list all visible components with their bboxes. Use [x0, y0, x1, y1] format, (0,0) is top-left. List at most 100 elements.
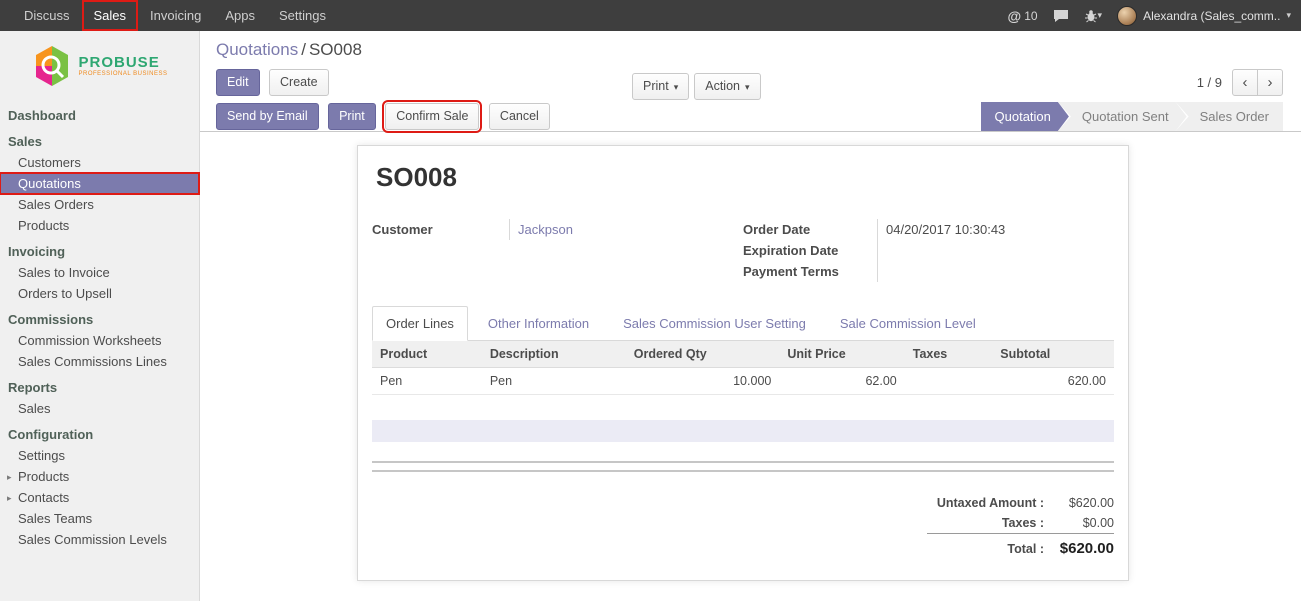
sidebar-item-dashboard[interactable]: Dashboard [0, 100, 199, 126]
topbar-right: @ 10 ▾ Alexandra (Sales_comm.. ▾ [1008, 0, 1291, 31]
sidebar-item-sales-commissions-lines[interactable]: Sales Commissions Lines [0, 351, 199, 372]
sidebar-section-reports: Reports [0, 372, 199, 398]
cell-product[interactable]: Pen [372, 368, 482, 395]
col-subtotal[interactable]: Subtotal [992, 341, 1114, 368]
send-by-email-button[interactable]: Send by Email [216, 103, 319, 130]
debug-icon[interactable]: ▾ [1084, 9, 1103, 23]
logo-subtitle: PROFESSIONAL BUSINESS [79, 71, 168, 77]
control-panel-row2: Send by Email Print Confirm Sale Cancel … [200, 101, 1301, 132]
control-panel-center: Print ▾ Action ▾ [632, 69, 766, 100]
tab-other-information[interactable]: Other Information [474, 306, 603, 341]
totals-block: Untaxed Amount : $620.00 Taxes : $0.00 T… [372, 493, 1114, 560]
sidebar-item-commission-worksheets[interactable]: Commission Worksheets [0, 330, 199, 351]
state-quotation[interactable]: Quotation [981, 102, 1069, 131]
activity-menu[interactable]: @ 10 [1008, 8, 1038, 24]
action-dropdown-button[interactable]: Action ▾ [694, 73, 760, 100]
total-value: $620.00 [1044, 534, 1114, 561]
state-quotation-sent[interactable]: Quotation Sent [1058, 102, 1187, 131]
menu-invoicing[interactable]: Invoicing [138, 0, 213, 31]
col-description[interactable]: Description [482, 341, 626, 368]
sidebar-item-sales-orders[interactable]: Sales Orders [0, 194, 199, 215]
control-panel-row1: Edit Create Print ▾ Action ▾ 1 / 9 ‹ › [200, 65, 1301, 101]
sidebar-item-config-products[interactable]: ▸ Products [0, 466, 199, 487]
menu-settings[interactable]: Settings [267, 0, 338, 31]
print-button[interactable]: Print [328, 103, 376, 130]
menu-discuss[interactable]: Discuss [12, 0, 82, 31]
caret-down-icon: ▾ [674, 82, 679, 92]
sidebar-section-configuration: Configuration [0, 419, 199, 445]
customer-value-link[interactable]: Jackpson [509, 219, 743, 240]
total-row: Total : $620.00 [927, 534, 1114, 561]
print-dropdown-button[interactable]: Print ▾ [632, 73, 689, 100]
create-button[interactable]: Create [269, 69, 329, 96]
notebook-tabs: Order Lines Other Information Sales Comm… [372, 306, 1114, 341]
probuse-logo-icon [32, 44, 72, 88]
cell-subtotal: 620.00 [992, 368, 1114, 395]
logo-title: PROBUSE [79, 55, 168, 71]
cancel-button[interactable]: Cancel [489, 103, 550, 130]
menu-sales[interactable]: Sales [82, 0, 139, 31]
expand-arrow-icon: ▸ [7, 492, 12, 505]
sidebar-item-config-settings[interactable]: Settings [0, 445, 199, 466]
pager: 1 / 9 ‹ › [1197, 69, 1283, 96]
sidebar-nav: Dashboard Sales Customers Quotations Sal… [0, 100, 199, 550]
confirm-sale-button[interactable]: Confirm Sale [385, 103, 479, 130]
sidebar-item-sales-teams[interactable]: Sales Teams [0, 508, 199, 529]
cell-taxes [905, 368, 993, 395]
state-sales-order[interactable]: Sales Order [1176, 102, 1283, 131]
separator-line [372, 470, 1114, 472]
edit-button[interactable]: Edit [216, 69, 260, 96]
col-unit-price[interactable]: Unit Price [779, 341, 904, 368]
pager-value: 1 / 9 [1197, 75, 1222, 90]
messages-icon[interactable] [1053, 9, 1069, 23]
sidebar-item-products[interactable]: Products [0, 215, 199, 236]
col-ordered-qty[interactable]: Ordered Qty [626, 341, 780, 368]
company-logo: PROBUSE PROFESSIONAL BUSINESS [0, 31, 199, 98]
caret-down-icon: ▾ [1286, 10, 1291, 21]
table-header-row: Product Description Ordered Qty Unit Pri… [372, 341, 1114, 368]
sidebar-item-reports-sales[interactable]: Sales [0, 398, 199, 419]
top-menubar: Discuss Sales Invoicing Apps Settings @ … [0, 0, 1301, 31]
sidebar-item-sales-to-invoice[interactable]: Sales to Invoice [0, 262, 199, 283]
user-menu[interactable]: Alexandra (Sales_comm.. ▾ [1117, 6, 1291, 26]
expand-arrow-icon: ▸ [7, 471, 12, 484]
form-sheet: SO008 Customer Jackpson Order Date 04/20… [357, 145, 1129, 581]
caret-down-icon: ▾ [745, 82, 750, 92]
sidebar-item-customers[interactable]: Customers [0, 152, 199, 173]
sidebar-item-orders-to-upsell[interactable]: Orders to Upsell [0, 283, 199, 304]
action-dropdown-label: Action [705, 79, 740, 93]
sidebar-item-label: Products [18, 469, 69, 484]
col-product[interactable]: Product [372, 341, 482, 368]
tab-sales-commission-user-setting[interactable]: Sales Commission User Setting [609, 306, 820, 341]
tab-sale-commission-level[interactable]: Sale Commission Level [826, 306, 990, 341]
sidebar-item-quotations[interactable]: Quotations [0, 173, 199, 194]
activity-count: 10 [1024, 9, 1037, 23]
statusbar: Quotation Quotation Sent Sales Order [981, 102, 1283, 131]
expiration-date-value [877, 240, 1114, 261]
breadcrumb-quotations-link[interactable]: Quotations [216, 40, 298, 59]
untaxed-amount-row: Untaxed Amount : $620.00 [927, 493, 1114, 513]
menu-apps[interactable]: Apps [213, 0, 267, 31]
avatar [1117, 6, 1137, 26]
payment-terms-label: Payment Terms [743, 261, 877, 282]
sidebar-item-config-contacts[interactable]: ▸Contacts [0, 487, 199, 508]
col-taxes[interactable]: Taxes [905, 341, 993, 368]
field-groups: Customer Jackpson Order Date 04/20/2017 … [372, 219, 1114, 282]
empty-list-stripe [372, 420, 1114, 442]
taxes-label: Taxes : [927, 513, 1044, 534]
pager-previous-button[interactable]: ‹ [1232, 69, 1258, 96]
table-row[interactable]: Pen Pen 10.000 62.00 620.00 [372, 368, 1114, 395]
sidebar-section-invoicing: Invoicing [0, 236, 199, 262]
customer-label: Customer [372, 219, 509, 240]
at-icon: @ [1008, 8, 1022, 24]
print-dropdown-label: Print [643, 79, 669, 93]
cell-description: Pen [482, 368, 626, 395]
separator-line [372, 461, 1114, 463]
pager-next-button[interactable]: › [1257, 69, 1283, 96]
sidebar-item-sales-commission-levels[interactable]: Sales Commission Levels [0, 529, 199, 550]
taxes-row: Taxes : $0.00 [927, 513, 1114, 534]
top-menu-list: Discuss Sales Invoicing Apps Settings [12, 0, 338, 31]
tab-order-lines[interactable]: Order Lines [372, 306, 468, 341]
cell-ordered-qty: 10.000 [626, 368, 780, 395]
order-date-value: 04/20/2017 10:30:43 [877, 219, 1114, 240]
